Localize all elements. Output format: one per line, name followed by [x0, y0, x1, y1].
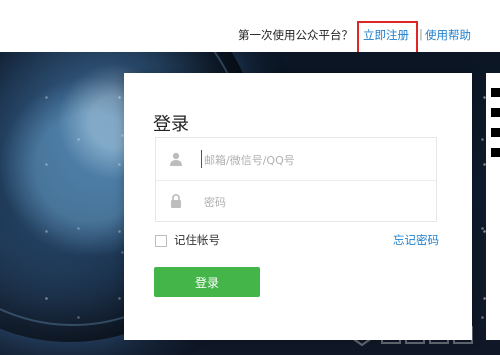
top-separator: |: [419, 27, 423, 41]
qr-panel: [486, 73, 500, 340]
forgot-password-link[interactable]: 忘记密码: [393, 232, 439, 248]
password-field[interactable]: [156, 180, 436, 222]
top-bar: 第一次使用公众平台？ 立即注册 | 使用帮助: [0, 0, 500, 54]
lock-icon: [156, 180, 196, 222]
register-highlight-box: [357, 21, 418, 54]
login-button[interactable]: 登录: [154, 267, 260, 297]
login-input-group: [155, 137, 437, 222]
user-icon: [156, 138, 196, 180]
remember-account-label: 记住帐号: [174, 233, 220, 247]
help-link[interactable]: 使用帮助: [425, 27, 471, 43]
first-time-prompt: 第一次使用公众平台？: [238, 28, 353, 42]
username-input[interactable]: [202, 148, 426, 172]
login-card: 登录 记住帐号 忘记密码 登录: [124, 73, 472, 340]
login-title: 登录: [153, 114, 189, 135]
remember-account-checkbox[interactable]: [155, 235, 167, 247]
username-field[interactable]: [156, 138, 436, 181]
qr-code-icon: [491, 88, 500, 180]
password-input[interactable]: [202, 190, 426, 214]
